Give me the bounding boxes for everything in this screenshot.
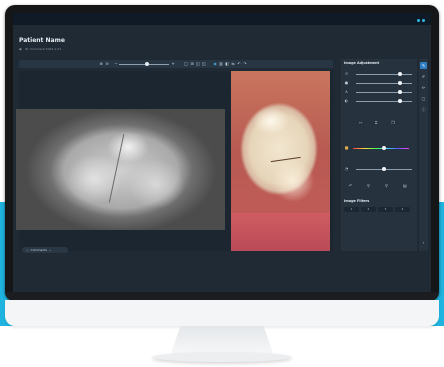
tooth-fissure — [108, 134, 131, 204]
square-icon[interactable]: ▢ — [420, 95, 427, 102]
zoom-out-icon[interactable]: ⊖ — [105, 62, 109, 66]
contrast-slider[interactable]: ● — [344, 80, 414, 86]
slider-thumb[interactable] — [382, 166, 386, 171]
sharpness-icon: ◐ — [344, 98, 349, 103]
patient-meta: ▣ ID: Comment 2022-1-01 — [19, 47, 61, 51]
comments-dropdown[interactable]: ◌ Comments ⌄ — [22, 247, 68, 253]
swap-icon[interactable]: ⇆ — [231, 62, 235, 66]
slider-track — [356, 100, 412, 102]
slider-thumb[interactable] — [397, 98, 402, 103]
color-slider-thumb[interactable] — [381, 146, 386, 150]
intraoral-photo[interactable] — [231, 71, 330, 251]
zoom-slider[interactable] — [119, 64, 169, 65]
monitor-chin — [5, 300, 439, 326]
rotate-icon[interactable]: ◱ — [202, 62, 206, 66]
filter-chip-3[interactable]: 3 — [378, 207, 393, 212]
chevron-right-icon[interactable]: › — [420, 239, 427, 246]
pencil-icon[interactable]: ✏ — [420, 84, 427, 91]
slider-track — [356, 91, 412, 93]
filter-chip-2[interactable]: 2 — [361, 207, 376, 212]
flip-icon[interactable]: ⇿ — [359, 120, 362, 125]
camera-icon: ▣ — [19, 47, 22, 51]
slider-thumb[interactable] — [397, 80, 402, 85]
crop-icon[interactable]: ⌗ — [375, 120, 377, 125]
zoom-slider-thumb[interactable] — [144, 62, 149, 66]
saturation-slider[interactable]: ◔ — [344, 166, 414, 172]
zoom-plus-icon[interactable]: + — [171, 62, 175, 66]
panel-title: Image Adjustment — [344, 61, 380, 65]
xray-image[interactable] — [16, 109, 225, 230]
filters-title: Image Filters — [344, 199, 370, 203]
patient-meta-text: ID: Comment 2022-1-01 — [24, 47, 62, 51]
stamp-icon[interactable]: ⚲ — [367, 183, 370, 188]
tool-rail: ✎ ✐ ✏ ▢ ⓘ › — [419, 59, 428, 251]
info-icon[interactable]: ⓘ — [420, 106, 427, 113]
reset-icon[interactable]: ↶ — [349, 183, 352, 188]
zoom-minus-icon[interactable]: − — [114, 62, 118, 66]
sharpness-slider[interactable]: ◐ — [344, 98, 414, 104]
stamp-alt-icon[interactable]: ⚲ — [385, 183, 388, 188]
brush-icon[interactable]: ✐ — [420, 73, 427, 80]
fit-icon[interactable]: ◉ — [213, 62, 217, 66]
slider-track — [356, 73, 412, 75]
filter-label: 2 — [367, 207, 370, 211]
tooth-fissure — [270, 156, 302, 167]
filter-label: 4 — [401, 207, 404, 211]
filter-label: 1 — [350, 207, 353, 211]
filter-label: 3 — [384, 207, 387, 211]
contrast-icon: ● — [344, 80, 349, 85]
chevron-down-icon: ⌄ — [48, 248, 52, 252]
gamma-icon: ∧ — [345, 89, 348, 94]
zoom-in-icon[interactable]: ⊕ — [99, 62, 103, 66]
compare-icon[interactable]: ◧ — [225, 62, 229, 66]
slider-track — [356, 82, 412, 84]
filter-chip-1[interactable]: 1 — [344, 207, 359, 212]
redo-icon[interactable]: ↷ — [243, 62, 247, 66]
filter-chip-4[interactable]: 4 — [395, 207, 410, 212]
undo-icon[interactable]: ↶ — [237, 62, 241, 66]
gamma-slider[interactable]: ∧ — [344, 89, 414, 95]
brightness-slider[interactable]: ☼ — [344, 71, 414, 77]
copy-icon[interactable]: ❐ — [391, 120, 395, 125]
comments-label: Comments — [30, 248, 47, 252]
comment-icon: ◌ — [26, 248, 29, 252]
saturation-icon: ◔ — [344, 166, 349, 171]
app-top-strip — [13, 13, 431, 25]
layout-grid-icon[interactable]: ⊞ — [190, 62, 194, 66]
color-slider[interactable] — [353, 148, 409, 149]
brightness-icon: ☼ — [344, 71, 349, 76]
slider-thumb[interactable] — [397, 71, 402, 76]
page-title: Patient Name — [19, 37, 65, 44]
layout-single-icon[interactable]: □ — [184, 62, 188, 66]
status-dot — [417, 19, 420, 22]
color-icon: ■ — [344, 145, 349, 150]
screen: Patient Name ▣ ID: Comment 2022-1-01 ⊕ ⊖… — [13, 13, 431, 292]
viewer-toolbar — [19, 60, 333, 68]
status-dot — [422, 19, 425, 22]
image-adjustment-panel: Image Adjustment ☼ ● ∧ ◐ ⇿ ⌗ ❐ ■ ◔ ↶ ⚲ ⚲… — [341, 59, 417, 251]
monitor-base — [152, 352, 292, 362]
gum-area — [231, 213, 330, 251]
layout-split-icon[interactable]: ◫ — [196, 62, 200, 66]
save-icon[interactable]: ▤ — [403, 183, 407, 188]
columns-icon[interactable]: ▥ — [219, 62, 223, 66]
slider-thumb[interactable] — [397, 89, 402, 94]
pen-icon[interactable]: ✎ — [420, 62, 427, 69]
